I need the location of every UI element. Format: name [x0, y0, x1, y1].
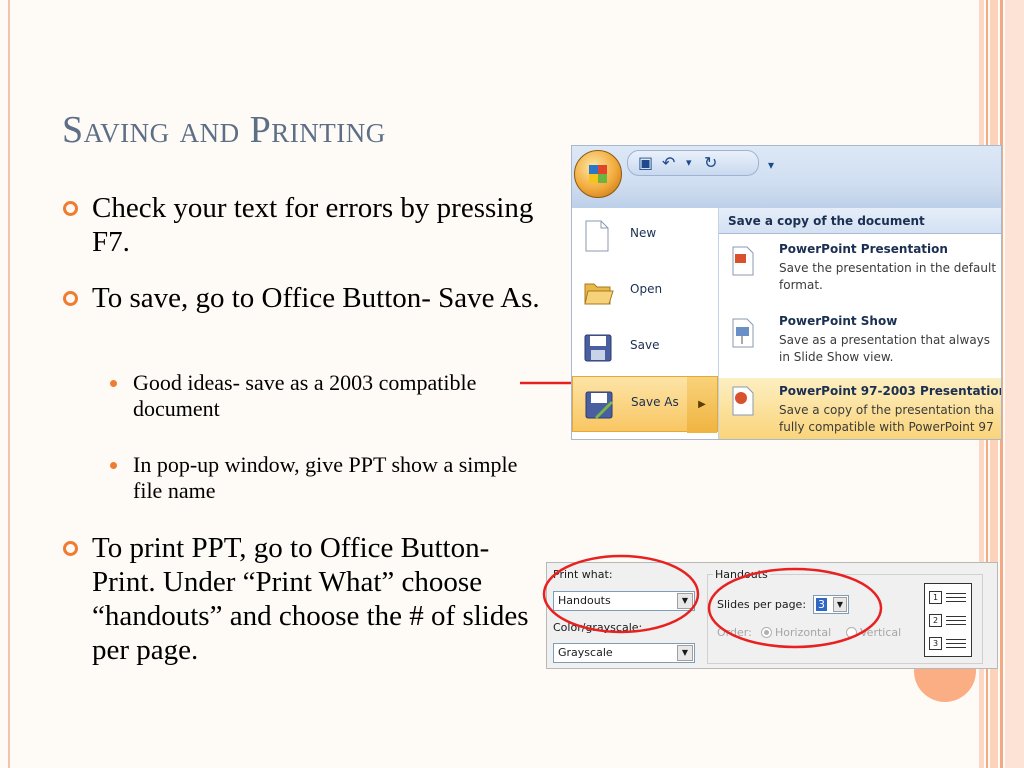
option-title: PowerPoint Show [779, 314, 898, 328]
color-grayscale-value: Grayscale [558, 646, 613, 659]
preview-slide-box: 2 [929, 614, 942, 627]
quick-access-toolbar: ▣ ↶ ▾ ↻ ▾ [572, 146, 1001, 208]
bullet-marker-icon [63, 201, 78, 216]
bullet-text: To save, go to Office Button- Save As. [92, 282, 540, 314]
option-powerpoint-97-2003[interactable]: PowerPoint 97-2003 Presentation Save a c… [719, 378, 1001, 439]
preview-line [946, 624, 966, 625]
menu-item-label: Save [630, 338, 660, 352]
slide-title: Saving and Printing [62, 109, 386, 151]
preview-slide-box: 1 [929, 591, 942, 604]
chevron-down-icon[interactable]: ▼ [677, 645, 693, 661]
undo-icon[interactable]: ↶ [662, 154, 675, 172]
left-border-line [8, 0, 10, 768]
bullet-marker-icon [63, 291, 78, 306]
preview-line [946, 639, 966, 640]
right-band [1005, 0, 1024, 768]
customize-toolbar-icon[interactable]: ▾ [768, 156, 774, 174]
option-powerpoint-presentation[interactable]: PowerPoint Presentation Save the present… [719, 242, 1001, 300]
sub-bullet-text: In pop-up window, give PPT show a simple… [133, 452, 518, 503]
menu-item-new[interactable]: New [572, 208, 718, 264]
preview-line [946, 597, 966, 598]
save-disk-icon [584, 334, 612, 362]
option-title: PowerPoint Presentation [779, 242, 948, 256]
preview-line [946, 647, 966, 648]
save-as-submenu: Save a copy of the document PowerPoint P… [719, 208, 1001, 439]
option-description: Save as a presentation that always [779, 333, 991, 347]
bullet-text: Check your text for errors by pressing F… [92, 192, 534, 258]
save-as-icon [585, 391, 613, 419]
new-document-icon [585, 220, 609, 252]
menu-item-save-as[interactable]: Save As ▶ [572, 376, 718, 433]
legacy-presentation-icon [732, 386, 754, 416]
chevron-down-icon[interactable]: ▾ [686, 154, 692, 172]
sub-bullet-marker-icon [110, 462, 117, 469]
option-description: Save the presentation in the default [779, 261, 997, 275]
sub-bullet-marker-icon [110, 380, 117, 387]
preview-line [946, 593, 966, 594]
red-highlight-ellipse [707, 567, 883, 649]
bullet-text: To print PPT, go to Office Button- Print… [92, 532, 529, 666]
menu-item-label: Open [630, 282, 663, 296]
save-icon[interactable]: ▣ [638, 154, 653, 172]
submenu-header: Save a copy of the document [719, 208, 1001, 234]
preview-slide-box: 3 [929, 637, 942, 650]
preview-line [946, 620, 966, 621]
option-title: PowerPoint 97-2003 Presentation [779, 384, 1002, 398]
presentation-file-icon [732, 246, 754, 276]
option-description: in Slide Show view. [779, 350, 894, 364]
option-description: fully compatible with PowerPoint 97 [779, 420, 994, 434]
option-powerpoint-show[interactable]: PowerPoint Show Save as a presentation t… [719, 314, 1001, 372]
redo-icon[interactable]: ↻ [704, 154, 717, 172]
quick-access-bar: ▣ ↶ ▾ ↻ [627, 150, 759, 176]
handout-preview: 1 2 3 [924, 583, 972, 657]
ribbon-strip [572, 186, 1001, 208]
slide-show-icon [732, 318, 754, 348]
red-highlight-ellipse [542, 554, 700, 634]
preview-line [946, 616, 966, 617]
office-button[interactable] [574, 150, 622, 198]
menu-item-label: Save As [631, 395, 679, 409]
office-menu-screenshot: ▣ ↶ ▾ ↻ ▾ New Open Save Save As ▶ Save a… [571, 145, 1002, 440]
open-folder-icon [584, 283, 614, 305]
bullet-marker-icon [63, 541, 78, 556]
menu-item-label: New [630, 226, 657, 240]
option-description: format. [779, 278, 823, 292]
chevron-right-icon[interactable]: ▶ [687, 377, 717, 433]
preview-line [946, 601, 966, 602]
menu-item-open[interactable]: Open [572, 264, 718, 320]
color-grayscale-select[interactable]: Grayscale ▼ [553, 643, 695, 663]
sub-bullet-text: Good ideas- save as a 2003 compatible do… [133, 370, 477, 421]
office-menu-left-pane: New Open Save Save As ▶ [572, 208, 719, 439]
menu-item-save[interactable]: Save [572, 320, 718, 376]
option-description: Save a copy of the presentation tha [779, 403, 995, 417]
preview-line [946, 643, 966, 644]
office-logo-icon [589, 165, 607, 183]
